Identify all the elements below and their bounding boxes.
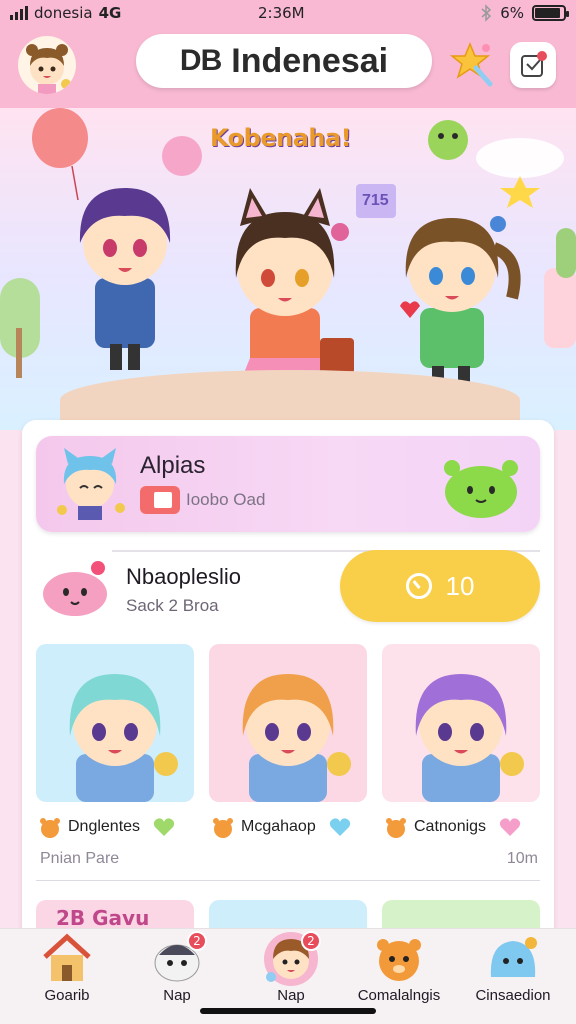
notification-badge: 2 xyxy=(301,931,321,951)
grid-card[interactable] xyxy=(382,644,540,802)
heart-icon xyxy=(329,818,350,836)
status-time: 2:36M xyxy=(258,4,305,22)
grid-item-label: Dnglentes xyxy=(68,818,141,835)
bear-icon xyxy=(386,818,406,838)
notification-icon xyxy=(521,51,547,77)
grid-item-label: Mcgahaop xyxy=(241,818,316,835)
character-icon: 2 xyxy=(261,929,321,987)
app-title-pill[interactable]: DB Indenesai xyxy=(136,34,432,88)
star-icon[interactable] xyxy=(446,38,498,90)
clock-icon xyxy=(405,573,432,599)
character-icon xyxy=(242,674,351,802)
grid-card[interactable] xyxy=(209,644,367,802)
grid-card[interactable] xyxy=(36,644,194,802)
grid-item-label-row[interactable]: Catnonigs xyxy=(384,810,522,844)
character-icon xyxy=(415,674,524,802)
avatar-icon[interactable] xyxy=(18,36,76,94)
nav-item[interactable]: Cinsaedion xyxy=(458,929,568,1024)
nav-item-label: Cinsaedion xyxy=(475,987,551,1004)
signal-icon xyxy=(10,6,28,20)
character-purple xyxy=(79,188,171,370)
hero-title: Kobenaha! xyxy=(210,124,352,152)
character-cat xyxy=(235,188,354,383)
nav-item-label: Goarib xyxy=(44,987,90,1004)
bear-icon xyxy=(213,818,233,838)
featured-title: Alpias xyxy=(140,452,206,479)
heart-icon xyxy=(499,818,521,836)
notification-badge: 2 xyxy=(187,931,207,951)
character-grid: Dnglentes Mcgahaop Catnonigs xyxy=(36,644,540,844)
slime-icon xyxy=(444,460,518,518)
app-header: DB Indenesai xyxy=(0,26,576,108)
battery-icon xyxy=(532,5,569,21)
seal-icon: 2 xyxy=(147,929,207,987)
pink-slime-icon xyxy=(43,561,107,616)
status-bar: donesia 4G 2:36M 6% xyxy=(0,0,576,26)
bluetooth-icon xyxy=(481,4,492,22)
home-indicator[interactable] xyxy=(200,1008,376,1014)
character-icon xyxy=(69,674,178,802)
featured-subtitle: Ioobo Oad xyxy=(186,490,266,509)
battery-percent: 6% xyxy=(500,4,524,22)
house-icon xyxy=(37,929,97,987)
list-footer-right: 10m xyxy=(506,850,538,867)
heart-icon xyxy=(153,818,175,836)
nav-item-label: Nap xyxy=(163,987,191,1004)
featured-card[interactable]: Alpias Ioobo Oad xyxy=(36,436,540,532)
nav-item[interactable]: Goarib xyxy=(12,929,122,1024)
hero-sign: 715 xyxy=(362,192,389,209)
offer-subtitle: Sack 2 Broa xyxy=(126,596,219,615)
character-brown xyxy=(400,216,521,388)
status-right: 6% xyxy=(480,4,569,22)
main-card: Alpias Ioobo Oad Nbaoplеslio Sack 2 Broa… xyxy=(22,420,554,940)
app-logo-mark: DB xyxy=(179,44,222,77)
offer-title: Nbaoplеslio xyxy=(126,564,241,589)
bear-icon xyxy=(369,929,429,987)
grid-item-label-row[interactable]: Dnglentes xyxy=(38,810,176,844)
notification-button[interactable] xyxy=(510,42,556,88)
offer-button[interactable]: 10 xyxy=(340,550,540,622)
list-footer-left: Pnian Pare xyxy=(40,850,120,867)
hero-banner[interactable]: Kobenaha! 715 xyxy=(0,108,576,430)
offer-button-label: 10 xyxy=(445,570,475,601)
nav-item-label: Nap xyxy=(277,987,305,1004)
ticket-icon xyxy=(140,486,180,514)
status-left: donesia 4G xyxy=(10,4,121,22)
nav-item-label: Comalalngis xyxy=(357,987,441,1004)
slime-icon xyxy=(483,929,543,987)
app-title: Indenesai xyxy=(231,41,389,80)
list-footer-divider xyxy=(36,880,540,881)
peek-card-text: 2B Gavu xyxy=(56,906,150,930)
network-type: 4G xyxy=(98,4,122,22)
bear-icon xyxy=(40,818,60,838)
grid-item-label: Catnonigs xyxy=(414,818,487,835)
carrier-name: donesia xyxy=(34,4,93,22)
character-icon xyxy=(57,448,125,520)
grid-item-label-row[interactable]: Mcgahaop xyxy=(211,810,352,844)
